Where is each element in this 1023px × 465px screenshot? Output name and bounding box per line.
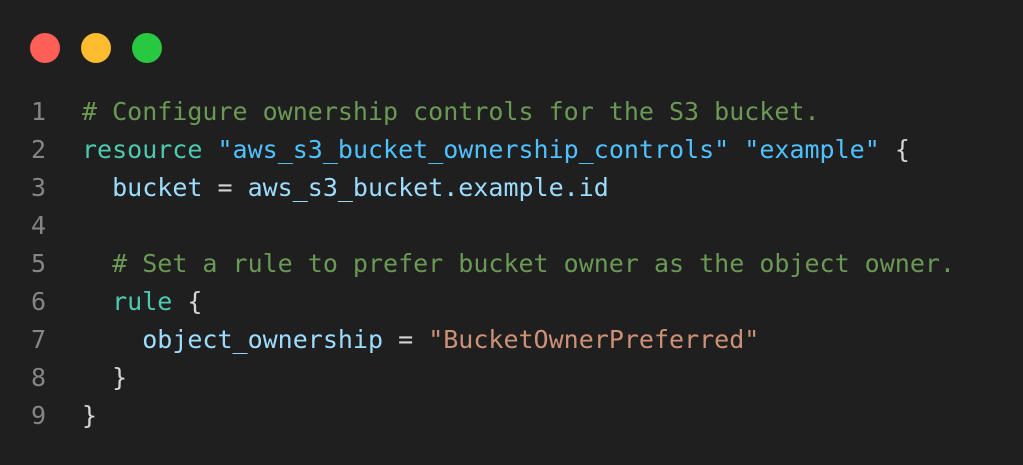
code-token-punct: { — [879, 135, 910, 164]
line-number: 1 — [30, 97, 46, 126]
line-number: 9 — [30, 401, 46, 430]
code-line[interactable]: 9} — [0, 397, 1023, 435]
line-source: bucket = aws_s3_bucket.example.id — [46, 169, 609, 207]
code-token-punct — [202, 135, 217, 164]
line-source: } — [46, 397, 97, 435]
line-number: 2 — [30, 135, 46, 164]
line-source: # Set a rule to prefer bucket owner as t… — [46, 245, 955, 283]
code-line[interactable]: 1 # Configure ownership controls for the … — [0, 93, 1023, 131]
code-token-string: "example" — [744, 135, 880, 164]
window-controls — [30, 33, 162, 63]
minimize-dot-icon[interactable] — [81, 33, 111, 63]
code-token-keyword: rule — [112, 287, 173, 316]
line-source: resource "aws_s3_bucket_ownership_contro… — [46, 131, 910, 169]
line-number: 3 — [30, 173, 46, 202]
code-window: 1 # Configure ownership controls for the … — [0, 0, 1023, 465]
code-token-attr: object_ownership — [142, 325, 384, 354]
code-token-punct: } — [82, 363, 128, 392]
code-token-punct — [82, 325, 142, 354]
code-line[interactable]: 4 — [0, 207, 1023, 245]
code-line[interactable]: 5 # Set a rule to prefer bucket owner as… — [0, 245, 1023, 283]
line-source: } — [46, 359, 127, 397]
line-source: object_ownership = "BucketOwnerPreferred… — [46, 321, 759, 359]
line-number: 7 — [30, 325, 46, 354]
line-number: 6 — [30, 287, 46, 316]
line-source: # Configure ownership controls for the S… — [46, 93, 820, 131]
code-token-punct — [82, 287, 112, 316]
code-token-string: "aws_s3_bucket_ownership_controls" — [217, 135, 730, 164]
code-line[interactable]: 8 } — [0, 359, 1023, 397]
code-token-attr: aws_s3_bucket.example.id — [247, 173, 609, 202]
line-number: 4 — [30, 211, 46, 240]
line-source: rule { — [46, 283, 202, 321]
code-token-value: "BucketOwnerPreferred" — [428, 325, 760, 354]
code-token-punct: = — [202, 173, 248, 202]
close-dot-icon[interactable] — [30, 33, 60, 63]
code-token-comment: # Set a rule to prefer bucket owner as t… — [112, 249, 955, 278]
code-token-punct — [82, 249, 112, 278]
code-line[interactable]: 7 object_ownership = "BucketOwnerPreferr… — [0, 321, 1023, 359]
line-source — [46, 207, 82, 245]
line-number: 5 — [30, 249, 46, 278]
code-token-punct — [729, 135, 744, 164]
code-line[interactable]: 3 bucket = aws_s3_bucket.example.id — [0, 169, 1023, 207]
code-editor[interactable]: 1 # Configure ownership controls for the … — [0, 93, 1023, 435]
line-number: 8 — [30, 363, 46, 392]
code-token-attr: bucket — [112, 173, 203, 202]
code-token-comment: # Configure ownership controls for the S… — [82, 97, 820, 126]
code-token-keyword: resource — [82, 135, 203, 164]
code-token-punct — [82, 173, 112, 202]
code-token-punct: } — [82, 401, 98, 430]
code-token-punct: { — [172, 287, 203, 316]
code-token-punct: = — [383, 325, 429, 354]
code-line[interactable]: 6 rule { — [0, 283, 1023, 321]
code-line[interactable]: 2 resource "aws_s3_bucket_ownership_contr… — [0, 131, 1023, 169]
maximize-dot-icon[interactable] — [132, 33, 162, 63]
